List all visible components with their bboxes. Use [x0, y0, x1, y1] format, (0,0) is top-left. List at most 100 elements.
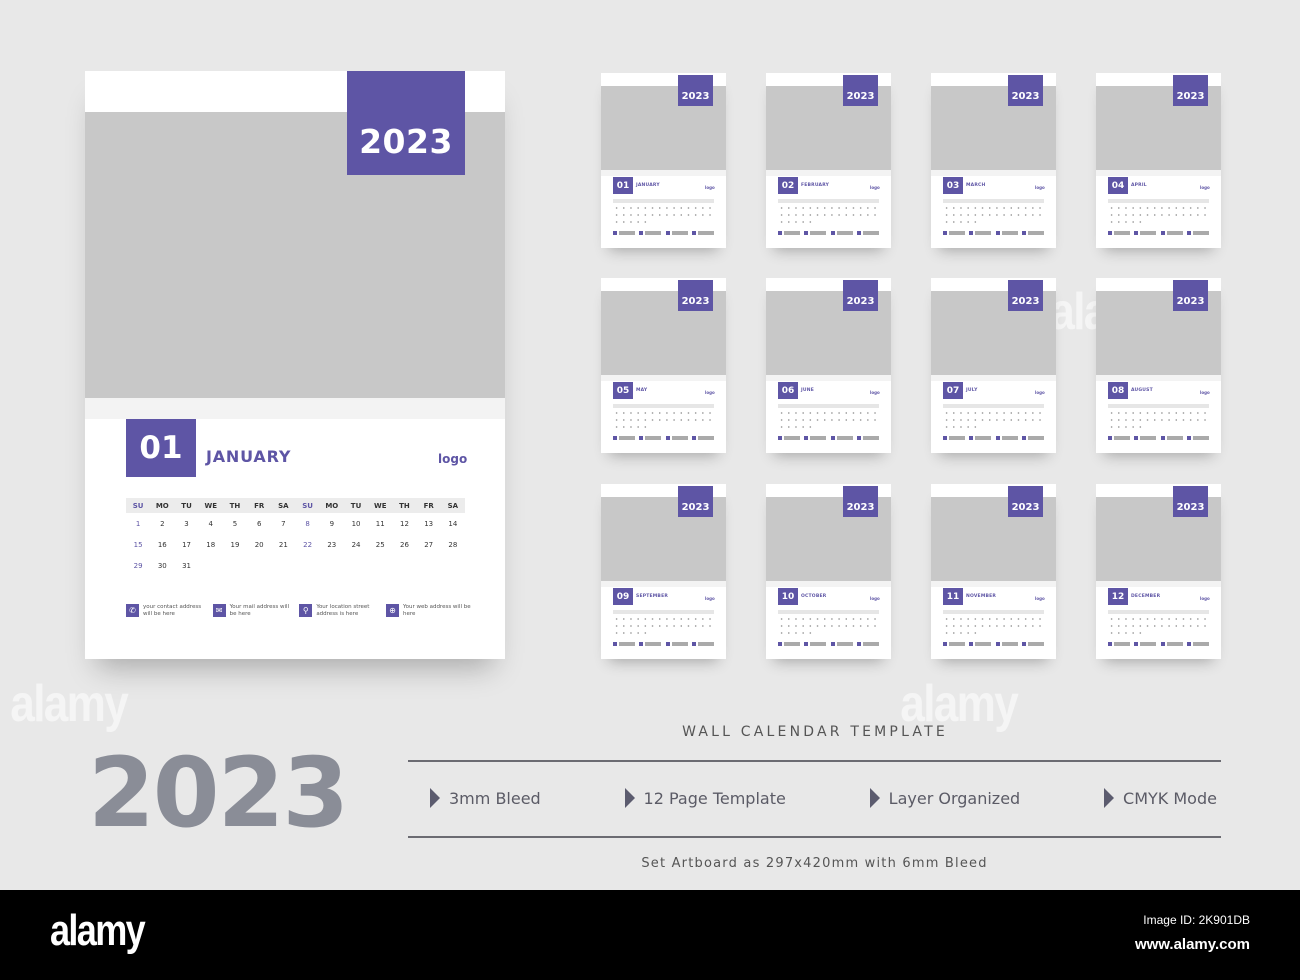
contact-text: your contact address will be here [143, 604, 202, 617]
divider [601, 581, 726, 587]
month-thumbnail[interactable]: 2023 08 AUGUST logo [1096, 278, 1221, 453]
contact-info-row [1108, 642, 1209, 646]
divider-bottom [408, 836, 1221, 838]
contact-text: Your mail address will be here [229, 604, 290, 617]
month-thumbnail[interactable]: 2023 05 MAY logo [601, 278, 726, 453]
weekday-header [943, 199, 1044, 203]
logo-placeholder: logo [1035, 596, 1045, 601]
day-row [613, 618, 714, 620]
weekday-header [778, 199, 879, 203]
contact-item [943, 642, 965, 646]
contact-item [856, 642, 879, 646]
day-row [778, 214, 879, 216]
month-number: 06 [778, 382, 798, 399]
day-row [1108, 207, 1209, 209]
month-number: 05 [613, 382, 633, 399]
weekday-header: SU MO TU WE TH FR SA SU MO TU WE TH FR SA [126, 498, 465, 513]
weekday-label: TH [399, 501, 410, 510]
main-calendar-page: 2023 01 JANUARY logo SU MO TU WE TH FR SA SU MO T… [85, 71, 505, 659]
day-row [778, 419, 879, 421]
contact-item [969, 436, 992, 440]
day-cell: 21 [278, 541, 288, 549]
month-thumbnail[interactable]: 2023 12 DECEMBER logo [1096, 484, 1221, 659]
year-badge: 2023 [1008, 75, 1043, 106]
month-name: OCTOBER [801, 594, 827, 599]
contact-item: ⊕ Your web address will be here [385, 604, 471, 618]
contact-info-row [613, 642, 714, 646]
contact-item [1021, 231, 1044, 235]
month-name: JUNE [801, 388, 814, 393]
contact-item [943, 436, 965, 440]
year-badge: 2023 [1173, 280, 1208, 311]
feature-list: 3mm Bleed 12 Page Template Layer Organized… [408, 788, 1221, 808]
divider [931, 581, 1056, 587]
contact-item [1186, 231, 1209, 235]
month-thumbnail[interactable]: 2023 07 JULY logo [931, 278, 1056, 453]
month-name: NOVEMBER [966, 594, 997, 599]
day-cell: 17 [182, 541, 191, 549]
day-cell: 14 [448, 520, 458, 528]
day-cell: 3 [184, 520, 189, 528]
contact-item: ⚲ Your location street address is here [299, 604, 384, 618]
month-thumbnail[interactable]: 2023 06 JUNE logo [766, 278, 891, 453]
year-badge: 2023 [347, 71, 465, 175]
contact-item [778, 231, 800, 235]
month-thumbnail[interactable]: 2023 04 APRIL logo [1096, 73, 1221, 248]
day-cell: 25 [375, 541, 385, 549]
weekday-header [613, 199, 714, 203]
day-cell: 11 [375, 520, 385, 528]
logo-placeholder: logo [705, 596, 715, 601]
day-row [613, 207, 714, 209]
day-row [1108, 412, 1209, 414]
year-badge: 2023 [678, 75, 713, 106]
contact-item [778, 642, 800, 646]
month-thumbnail[interactable]: 2023 01 JANUARY logo [601, 73, 726, 248]
day-row [1108, 632, 1144, 634]
weekday-label: SA [447, 501, 459, 510]
month-thumbnail[interactable]: 2023 02 FEBRUARY logo [766, 73, 891, 248]
day-row [613, 426, 649, 428]
day-cell: 23 [327, 541, 337, 549]
contact-item [1160, 436, 1183, 440]
weekday-header [943, 610, 1044, 614]
month-thumbnail[interactable]: 2023 09 SEPTEMBER logo [601, 484, 726, 659]
day-cell: 30 [157, 562, 167, 570]
day-row [613, 632, 649, 634]
site-url[interactable]: www.alamy.com [1135, 936, 1250, 953]
day-cell: 20 [254, 541, 264, 549]
feature-label: 3mm Bleed [449, 788, 541, 808]
contact-item [1160, 642, 1183, 646]
month-thumbnail[interactable]: 2023 03 MARCH logo [931, 73, 1056, 248]
feature-label: Layer Organized [888, 788, 1021, 808]
contact-item [613, 642, 635, 646]
divider [1096, 170, 1221, 176]
contact-info-row [1108, 436, 1209, 440]
weekday-header [943, 404, 1044, 408]
contact-item [804, 642, 827, 646]
contact-item [969, 642, 992, 646]
day-row [778, 618, 879, 620]
month-name: SEPTEMBER [636, 594, 669, 599]
month-thumbnail[interactable]: 2023 11 NOVEMBER logo [931, 484, 1056, 659]
contact-item [1186, 642, 1209, 646]
divider [1096, 581, 1221, 587]
month-name: JANUARY [206, 447, 292, 466]
weekday-label: SU [302, 501, 313, 510]
day-cell: 5 [232, 520, 238, 528]
weekday-label: TU [181, 501, 192, 510]
feature-item: Layer Organized [869, 788, 1021, 808]
weekday-label: SA [278, 501, 289, 510]
day-row [778, 625, 879, 627]
contact-item [665, 436, 688, 440]
day-row [1108, 426, 1144, 428]
month-name: APRIL [1131, 183, 1147, 188]
year-badge: 2023 [678, 486, 713, 517]
day-row [943, 214, 1044, 216]
contact-item [613, 231, 635, 235]
brand-logo[interactable]: alamy [50, 906, 146, 956]
month-thumbnail[interactable]: 2023 10 OCTOBER logo [766, 484, 891, 659]
weekday-label: FR [423, 501, 434, 510]
day-cell: 18 [206, 541, 216, 549]
contact-item [830, 231, 853, 235]
day-row [943, 419, 1044, 421]
